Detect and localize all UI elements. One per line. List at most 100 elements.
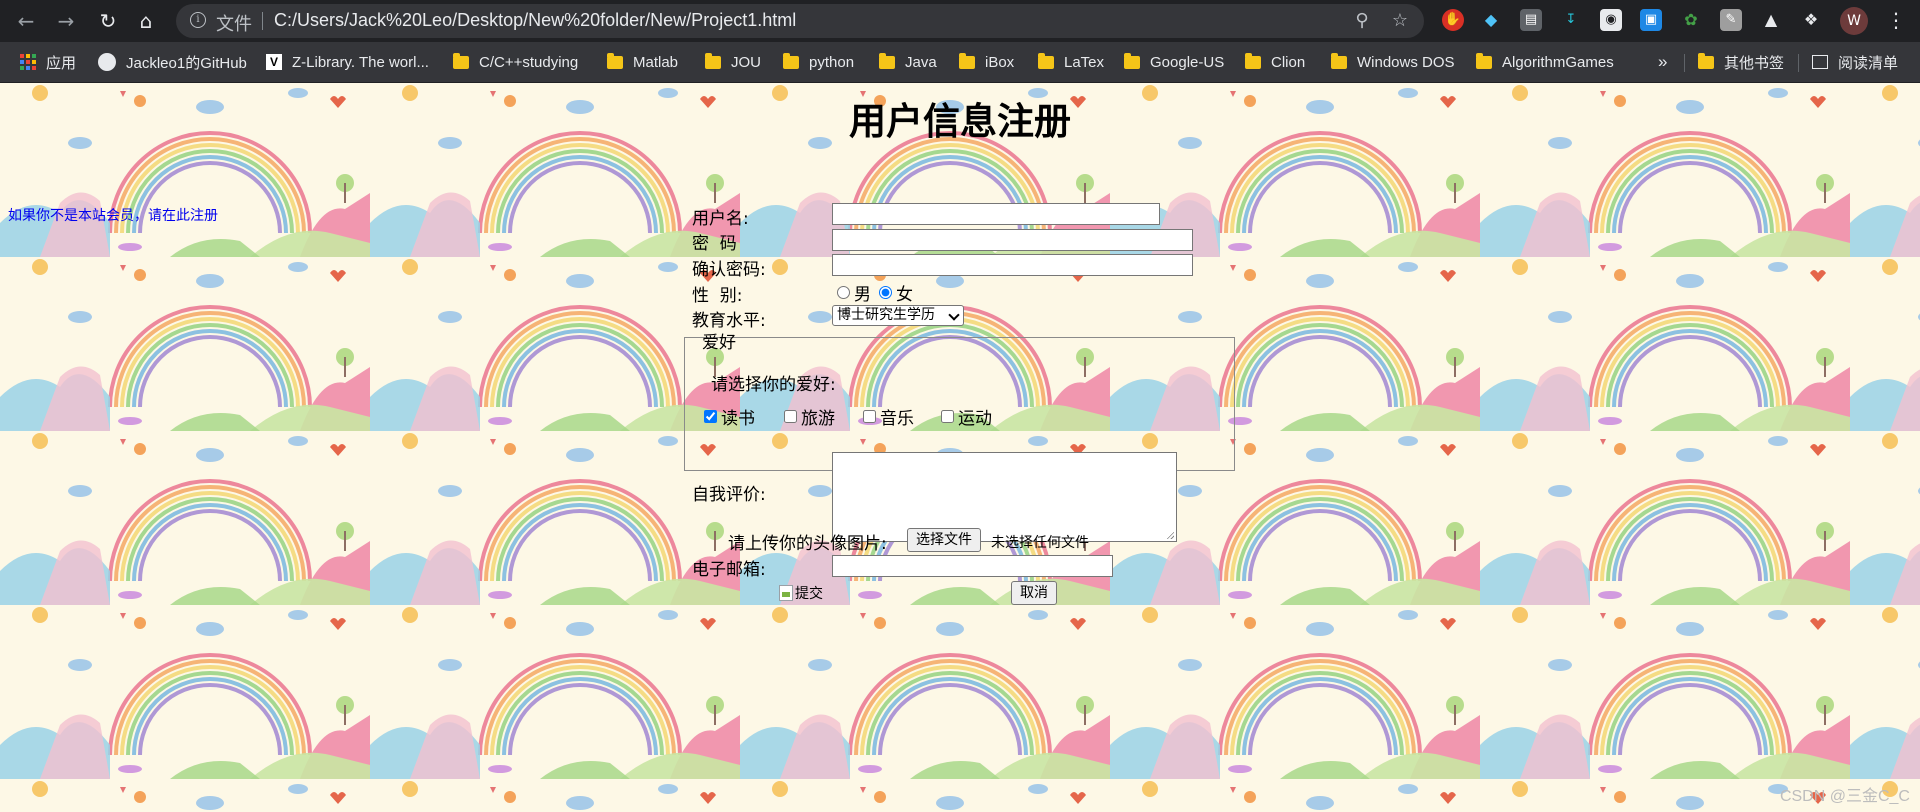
cancel-button[interactable]: 取消 — [1011, 581, 1057, 605]
resize-grip-icon[interactable] — [1166, 531, 1174, 539]
bookmark-folder[interactable]: AlgorithmGames — [1476, 42, 1614, 82]
extension-leaf-icon[interactable]: ✿ — [1680, 9, 1702, 31]
hobby-label: 旅游 — [801, 409, 835, 429]
bookmark-folder[interactable]: python — [783, 42, 854, 82]
folder-icon — [1124, 52, 1140, 69]
bookmark-github[interactable]: Jackleo1的GitHub — [98, 42, 247, 82]
extensions-puzzle-icon[interactable]: ❖ — [1800, 9, 1822, 31]
folder-icon — [453, 52, 469, 69]
username-label: 用户名: — [692, 209, 749, 229]
page-title: 用户信息注册 — [849, 100, 1071, 143]
info-icon[interactable]: i — [190, 12, 206, 28]
hobby-reading-option[interactable]: 读书 — [704, 404, 755, 429]
bookmark-label: 其他书签 — [1724, 54, 1785, 72]
bookmark-folder[interactable]: iBox — [959, 42, 1014, 82]
broken-image-icon — [779, 585, 793, 601]
register-link[interactable]: 如果你不是本站会员，请在此注册 — [8, 205, 218, 225]
extension-drive-icon[interactable]: ▲ — [1760, 9, 1782, 31]
folder-icon — [1331, 52, 1347, 69]
folder-icon — [959, 52, 975, 69]
bookmark-folder[interactable]: C/C++studying — [453, 42, 578, 82]
submit-alt-text: 提交 — [795, 586, 823, 602]
bookmark-apps[interactable]: 应用 — [20, 42, 76, 82]
bookmark-other[interactable]: 其他书签 — [1698, 42, 1784, 82]
address-bar[interactable]: i 文件 C:/Users/Jack%20Leo/Desktop/New%20f… — [176, 4, 1424, 38]
folder-icon — [879, 52, 895, 69]
back-arrow-icon[interactable]: ← — [14, 9, 38, 33]
bookmarks-overflow-chevron-icon[interactable]: » — [1658, 42, 1667, 82]
education-select[interactable]: 博士研究生学历 — [832, 305, 964, 326]
github-icon — [98, 53, 116, 71]
hobby-travel-option[interactable]: 旅游 — [784, 404, 835, 429]
bookmark-label: JOU — [731, 53, 761, 71]
bookmarks-divider — [1798, 54, 1799, 72]
gender-female-option[interactable]: 女 — [879, 280, 913, 305]
bookmark-folder[interactable]: Google-US — [1124, 42, 1224, 82]
bookmark-folder[interactable]: Matlab — [607, 42, 678, 82]
extension-window-icon[interactable]: ▤ — [1520, 9, 1542, 31]
email-input[interactable] — [832, 555, 1113, 577]
gender-female-text: 女 — [896, 285, 913, 305]
bookmark-folder[interactable]: LaTex — [1038, 42, 1104, 82]
hobby-sport-option[interactable]: 运动 — [941, 404, 992, 429]
hobby-label: 音乐 — [880, 409, 914, 429]
omnibox-file-label: 文件 — [216, 14, 252, 35]
folder-icon — [1698, 52, 1714, 69]
bookmark-folder[interactable]: Java — [879, 42, 937, 82]
reading-list-label: 阅读清单 — [1838, 54, 1899, 72]
profile-avatar[interactable]: W — [1840, 7, 1868, 35]
browser-toolbar: ← → ↻ ⌂ i 文件 C:/Users/Jack%20Leo/Desktop… — [0, 0, 1920, 42]
extension-download-icon[interactable]: ↧ — [1560, 9, 1582, 31]
hobby-label: 运动 — [958, 409, 992, 429]
choose-file-button[interactable]: 选择文件 — [907, 528, 981, 552]
home-icon[interactable]: ⌂ — [134, 9, 158, 33]
hobby-music-option[interactable]: 音乐 — [863, 404, 914, 429]
forward-arrow-icon[interactable]: → — [54, 9, 78, 33]
folder-icon — [1476, 52, 1492, 69]
bookmark-label: Clion — [1271, 53, 1306, 71]
url-text[interactable]: C:/Users/Jack%20Leo/Desktop/New%20folder… — [274, 10, 796, 31]
bookmark-folder[interactable]: Windows DOS — [1331, 42, 1455, 82]
star-bookmark-icon[interactable]: ☆ — [1390, 11, 1410, 31]
hobby-music-checkbox[interactable] — [863, 410, 876, 423]
gender-male-text: 男 — [854, 285, 871, 305]
confirm-password-label: 确认密码: — [692, 260, 766, 280]
folder-icon — [783, 52, 799, 69]
extension-adblock-icon[interactable]: ✋ — [1442, 9, 1464, 31]
folder-icon — [705, 52, 721, 69]
submit-image-button[interactable]: 提交 — [779, 583, 823, 603]
extension-pdf-icon[interactable]: ✎ — [1720, 9, 1742, 31]
bookmark-label: 应用 — [46, 54, 77, 72]
reading-list-icon — [1812, 55, 1828, 69]
extension-diamond-icon[interactable]: ◆ — [1480, 9, 1502, 31]
confirm-password-input[interactable] — [832, 254, 1193, 276]
hobby-reading-checkbox[interactable] — [704, 410, 717, 423]
username-input[interactable] — [832, 203, 1160, 225]
bookmark-folder[interactable]: Clion — [1245, 42, 1305, 82]
page-viewport: 用户信息注册 如果你不是本站会员，请在此注册 用户名: 密 码 确认密码: 性 … — [0, 83, 1920, 812]
bookmark-label: Google-US — [1150, 53, 1225, 71]
gender-female-radio[interactable] — [879, 286, 892, 299]
zoom-icon[interactable]: ⚲ — [1352, 11, 1372, 31]
extension-translate-icon[interactable]: ▣ — [1640, 9, 1662, 31]
gender-male-option[interactable]: 男 — [837, 280, 871, 305]
hobby-sport-checkbox[interactable] — [941, 410, 954, 423]
bookmark-label: Jackleo1的GitHub — [126, 54, 247, 72]
hobby-travel-checkbox[interactable] — [784, 410, 797, 423]
extension-glasses-icon[interactable]: ◉ — [1600, 9, 1622, 31]
menu-kebab-icon[interactable]: ⋮ — [1886, 8, 1906, 32]
bookmark-folder[interactable]: JOU — [705, 42, 761, 82]
folder-icon — [1038, 52, 1054, 69]
folder-icon — [607, 52, 623, 69]
gender-male-radio[interactable] — [837, 286, 850, 299]
folder-icon — [1245, 52, 1261, 69]
omnibox-separator — [262, 12, 263, 30]
bookmark-label: Windows DOS — [1357, 53, 1455, 71]
password-input[interactable] — [832, 229, 1193, 251]
bookmark-zlibrary[interactable]: V Z-Library. The worl... — [266, 42, 429, 82]
zlibrary-icon: V — [266, 54, 282, 70]
bookmark-label: iBox — [985, 53, 1015, 71]
password-label: 密 码 — [692, 234, 737, 254]
reload-icon[interactable]: ↻ — [96, 9, 120, 33]
reading-list[interactable]: 阅读清单 — [1812, 42, 1898, 82]
